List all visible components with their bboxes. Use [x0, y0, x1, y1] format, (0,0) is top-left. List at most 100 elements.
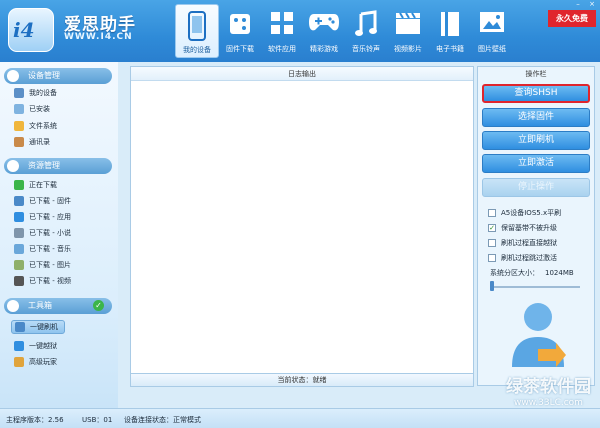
nav-wallpapers[interactable]: 图片壁纸 [471, 4, 513, 58]
option-jailbreak-during-flash[interactable]: 刷机过程直接越狱 [488, 237, 557, 249]
sidebar-item-label: 高级玩家 [29, 358, 57, 366]
group-title: 工具箱 [28, 301, 52, 310]
usb-text: USB：01 [82, 416, 113, 424]
monitor-icon [7, 70, 19, 82]
sidebar-item-downloaded-novels[interactable]: 已下载 - 小说 [14, 226, 71, 240]
nav-video[interactable]: 视频影片 [387, 4, 429, 58]
sidebar-item-label: 通讯录 [29, 138, 50, 146]
sidebar-item-label: 已下载 - 应用 [29, 213, 71, 221]
free-badge[interactable]: 永久免费 [548, 10, 596, 27]
cube-icon [230, 14, 250, 34]
sidebar-item-label: 已下载 - 小说 [29, 229, 71, 237]
partition-slider-track[interactable] [492, 286, 580, 288]
checkbox[interactable] [488, 254, 496, 262]
query-shsh-button[interactable]: 查询SHSH [482, 84, 590, 103]
stop-operation-button[interactable]: 停止操作 [482, 178, 590, 197]
select-firmware-button[interactable]: 选择固件 [482, 108, 590, 127]
group-device-management[interactable]: 设备管理 [4, 68, 112, 84]
nav-label: 图片壁纸 [478, 45, 506, 53]
option-label: 保留基带不被升级 [501, 224, 557, 232]
sidebar-item-label: 文件系统 [29, 122, 57, 130]
log-panel: 日志输出 [130, 66, 474, 386]
flash-now-button[interactable]: 立即刷机 [482, 131, 590, 150]
current-status: 当前状态：就绪 [130, 373, 474, 387]
version-text: 主程序版本：2.56 [6, 416, 64, 424]
nav-label: 精彩游戏 [310, 45, 338, 53]
header-bar: i4 爱思助手 WWW.I4.CN 我的设备 固件下载 软件应用 精彩游戏 音乐… [0, 0, 600, 62]
app-logo: i4 [8, 8, 54, 52]
sidebar-item-downloaded-apps[interactable]: 已下载 - 应用 [14, 210, 71, 224]
checkbox-checked[interactable]: ✓ [488, 224, 496, 232]
nav-label: 音乐铃声 [352, 45, 380, 53]
group-title: 资源管理 [28, 161, 60, 170]
option-label: A5设备IOS5.x平刷 [501, 209, 562, 217]
sidebar-item-my-device[interactable]: 我的设备 [14, 86, 57, 100]
globe-icon [7, 160, 19, 172]
sidebar-item-file-system[interactable]: 文件系统 [14, 119, 57, 133]
partition-value: 1024MB [545, 269, 574, 277]
partition-slider-handle[interactable] [490, 281, 494, 291]
checkbox[interactable] [488, 209, 496, 217]
firmware-icon [14, 196, 24, 206]
app-store-icon [14, 212, 24, 222]
nav-label: 软件应用 [268, 45, 296, 53]
watermark-title: 绿茶软件园 [506, 377, 591, 397]
minimize-icon[interactable]: – [573, 0, 583, 8]
nav-label: 视频影片 [394, 45, 422, 53]
option-a5-ios5-flash[interactable]: A5设备IOS5.x平刷 [488, 207, 561, 219]
user-icon [14, 357, 24, 367]
option-skip-activation[interactable]: 刷机过程跳过激活 [488, 252, 557, 264]
option-label: 刷机过程直接越狱 [501, 239, 557, 247]
contacts-icon [14, 137, 24, 147]
nav-label: 固件下载 [226, 45, 254, 53]
tools-icon [7, 300, 19, 312]
sidebar-item-downloading[interactable]: 正在下载 [14, 178, 57, 192]
sidebar-item-label: 已下载 - 音乐 [29, 245, 71, 253]
nav-ebooks[interactable]: 电子书籍 [429, 4, 471, 58]
group-resource-management[interactable]: 资源管理 [4, 158, 112, 174]
video-icon [14, 276, 24, 286]
sidebar-item-advanced-player[interactable]: 高级玩家 [14, 355, 57, 369]
group-toolbox[interactable]: 工具箱 ✓ [4, 298, 112, 314]
operation-panel: 操作栏 查询SHSH 选择固件 立即刷机 立即激活 停止操作 A5设备IOS5.… [477, 66, 595, 386]
close-icon[interactable]: × [587, 0, 597, 8]
app-url: WWW.I4.CN [64, 32, 133, 42]
partition-label: 系统分区大小： [490, 269, 539, 277]
nav-apps[interactable]: 软件应用 [261, 4, 303, 58]
operation-title: 操作栏 [525, 70, 547, 78]
sidebar-item-label: 一键越狱 [29, 342, 57, 350]
sidebar-item-label: 已下载 - 固件 [29, 197, 71, 205]
sidebar-item-downloaded-pictures[interactable]: 已下载 - 图片 [14, 258, 71, 272]
sidebar-item-installed[interactable]: 已安装 [14, 102, 50, 116]
sidebar-item-downloaded-videos[interactable]: 已下载 - 视频 [14, 274, 71, 288]
sidebar-item-downloaded-music[interactable]: 已下载 - 音乐 [14, 242, 71, 256]
clapperboard-icon [396, 12, 420, 34]
nav-music[interactable]: 音乐铃声 [345, 4, 387, 58]
sidebar-item-contacts[interactable]: 通讯录 [14, 135, 50, 149]
sidebar-item-one-click-jailbreak[interactable]: 一键越狱 [14, 339, 57, 353]
nav-my-device[interactable]: 我的设备 [175, 4, 219, 58]
main-nav: 我的设备 固件下载 软件应用 精彩游戏 音乐铃声 视频影片 电子书籍 图片壁纸 [175, 4, 513, 58]
checkbox[interactable] [488, 239, 496, 247]
sidebar-item-one-click-flash[interactable]: 一键刷机 [11, 320, 65, 334]
download-icon [14, 180, 24, 190]
log-title: 日志输出 [131, 67, 473, 81]
nav-games[interactable]: 精彩游戏 [303, 4, 345, 58]
nav-firmware[interactable]: 固件下载 [219, 4, 261, 58]
watermark-url: www.33LC.com [514, 398, 583, 408]
flash-icon [15, 322, 25, 332]
nav-label: 我的设备 [183, 46, 211, 54]
music-note-icon [355, 10, 377, 36]
sidebar-item-downloaded-firmware[interactable]: 已下载 - 固件 [14, 194, 71, 208]
music-icon [14, 244, 24, 254]
sidebar: 设备管理 我的设备 已安装 文件系统 通讯录 资源管理 正在下载 已下载 - 固… [0, 62, 118, 408]
sidebar-item-label: 已下载 - 图片 [29, 261, 71, 269]
user-avatar-icon [512, 303, 566, 367]
book-icon [14, 228, 24, 238]
sidebar-item-label: 正在下载 [29, 181, 57, 189]
device-icon [14, 88, 24, 98]
option-keep-baseband[interactable]: ✓ 保留基带不被升级 [488, 222, 557, 234]
gamepad-icon [309, 14, 339, 31]
jailbreak-icon [14, 341, 24, 351]
activate-now-button[interactable]: 立即激活 [482, 154, 590, 173]
